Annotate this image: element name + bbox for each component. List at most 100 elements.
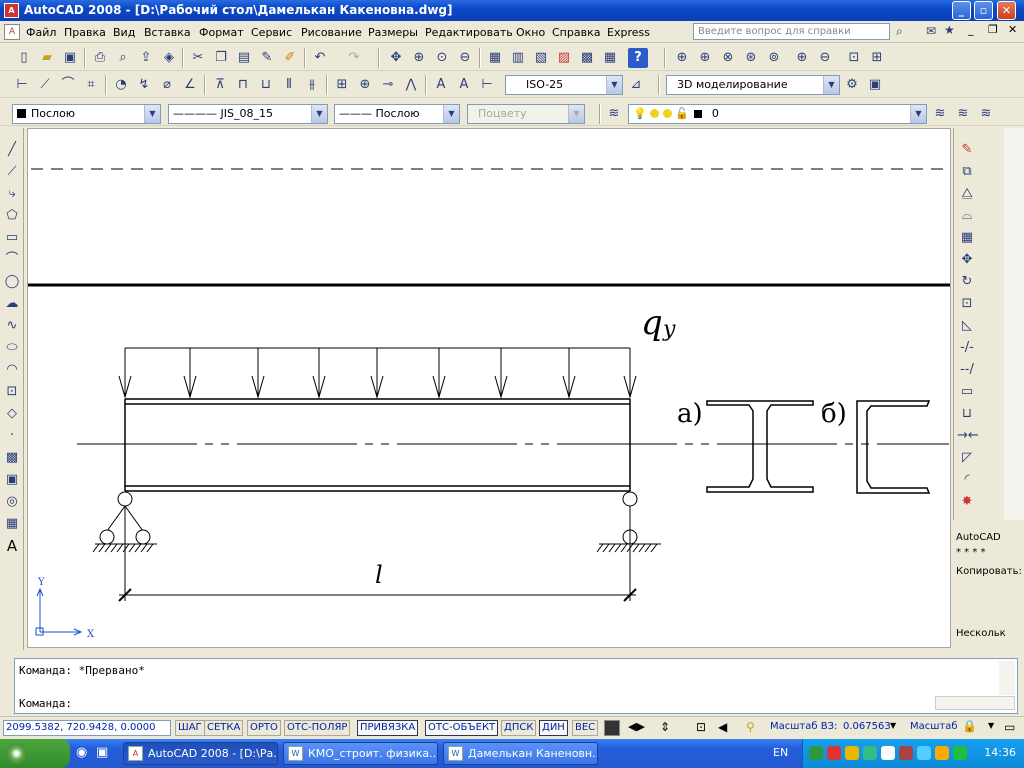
osnap-toggle[interactable]: ПРИВЯЗКА: [357, 720, 419, 736]
favorites-icon[interactable]: ★: [944, 23, 955, 37]
stretch-icon[interactable]: ◺: [957, 316, 977, 336]
minimize-button[interactable]: _: [952, 1, 971, 20]
match-properties-icon[interactable]: ✎: [257, 48, 277, 68]
zoom-extents-icon[interactable]: ⊞: [867, 48, 887, 68]
arc-length-icon[interactable]: ⌒: [58, 75, 78, 95]
revcloud-icon[interactable]: ☁: [2, 294, 22, 314]
dim-style-select[interactable]: ISO-25 ▼: [505, 75, 623, 95]
jogged-dim-icon[interactable]: ↯: [134, 75, 154, 95]
trim-icon[interactable]: -/-: [957, 338, 977, 358]
grid-toggle[interactable]: СЕТКА: [204, 720, 244, 736]
zoom-center-icon[interactable]: ⊛: [741, 48, 761, 68]
doc-restore-button[interactable]: ❐: [988, 23, 998, 36]
menu-insert[interactable]: Вставка: [144, 26, 191, 39]
center-mark-icon[interactable]: ⊕: [355, 75, 375, 95]
construction-line-icon[interactable]: ⟋: [2, 162, 22, 182]
radius-dim-icon[interactable]: ◔: [111, 75, 131, 95]
snap-toggle[interactable]: ШАГ: [175, 720, 205, 736]
new-file-icon[interactable]: ▯: [14, 48, 34, 68]
lineweight-select[interactable]: ——— Послою ▼: [334, 104, 460, 124]
arc-icon[interactable]: ⌒: [2, 250, 22, 270]
otrack-toggle[interactable]: ОТС-ОБЪЕКТ: [425, 720, 499, 736]
continue-dim-icon[interactable]: ⊔: [256, 75, 276, 95]
help-icon[interactable]: ?: [628, 48, 648, 68]
polygon-icon[interactable]: ⬠: [2, 206, 22, 226]
command-prompt[interactable]: Команда:: [19, 697, 72, 710]
linear-dim-icon[interactable]: ⊢: [12, 75, 32, 95]
zoom-scale-icon[interactable]: ⊗: [718, 48, 738, 68]
copy-object-icon[interactable]: ⧉: [957, 162, 977, 182]
quick-view-icon[interactable]: ◀: [718, 720, 727, 734]
save-icon[interactable]: ▣: [60, 48, 80, 68]
layer-properties-icon[interactable]: ≋: [604, 104, 624, 124]
dim-update-icon[interactable]: ⊢: [477, 75, 497, 95]
document-icon[interactable]: A: [4, 24, 20, 40]
ellipse-arc-icon[interactable]: ◠: [2, 360, 22, 380]
tray-volume-icon[interactable]: [881, 746, 895, 760]
quicklaunch-ie-icon[interactable]: ◉: [76, 745, 87, 760]
status-menu-icon[interactable]: ▼: [988, 721, 994, 730]
tolerance-icon[interactable]: ⊞: [332, 75, 352, 95]
array-icon[interactable]: ▦: [957, 228, 977, 248]
layer-select[interactable]: 💡 🔓 0 ▼: [628, 104, 927, 124]
layout-scroll-icon[interactable]: ⇕: [660, 720, 670, 734]
coordinates-display[interactable]: 2099.5382, 720.9428, 0.0000: [3, 720, 171, 736]
explode-icon[interactable]: ✸: [957, 492, 977, 512]
zoom-minus-icon[interactable]: ⊖: [815, 48, 835, 68]
start-button[interactable]: [0, 739, 70, 768]
tray-app-icon[interactable]: [845, 746, 859, 760]
insert-block-icon[interactable]: ⊡: [2, 382, 22, 402]
clean-screen-icon[interactable]: ▭: [1004, 720, 1015, 734]
block-editor-icon[interactable]: ✐: [280, 48, 300, 68]
offset-icon[interactable]: ⌓: [957, 206, 977, 226]
tray-update-icon[interactable]: [863, 746, 877, 760]
language-indicator[interactable]: EN: [773, 746, 788, 759]
task-kmo[interactable]: W КМО_строит. физика...: [283, 742, 438, 765]
color-select[interactable]: Послою ▼: [12, 104, 161, 124]
dyn-toggle[interactable]: ДИН: [539, 720, 568, 736]
design-center-icon[interactable]: ▥: [508, 48, 528, 68]
undo-icon[interactable]: ↶: [310, 48, 330, 68]
pan-realtime-icon[interactable]: ✥: [386, 48, 406, 68]
dim-text-edit-icon[interactable]: A: [454, 75, 474, 95]
zoom-all-icon[interactable]: ⊡: [844, 48, 864, 68]
quick-dim-icon[interactable]: ⊼: [210, 75, 230, 95]
model-icon[interactable]: [604, 720, 620, 736]
vertical-scrollbar[interactable]: [1004, 128, 1024, 520]
menu-modify[interactable]: Редактировать: [425, 26, 513, 39]
toolbar-lock-icon[interactable]: 🔒: [962, 719, 977, 733]
table-icon[interactable]: ▦: [2, 514, 22, 534]
sheet-set-icon[interactable]: ▨: [554, 48, 574, 68]
ortho-toggle[interactable]: ОРТО: [247, 720, 281, 736]
tray-display-icon[interactable]: [917, 746, 931, 760]
polar-toggle[interactable]: ОТС-ПОЛЯР: [284, 720, 351, 736]
layer-previous-icon[interactable]: ≋: [953, 104, 973, 124]
break-at-point-icon[interactable]: ▭: [957, 382, 977, 402]
scale-dropdown-icon[interactable]: ▼: [890, 721, 896, 730]
autocad-app-icon[interactable]: A: [4, 3, 19, 18]
menu-dimension[interactable]: Размеры: [368, 26, 418, 39]
inspection-icon[interactable]: ⊸: [378, 75, 398, 95]
aligned-dim-icon[interactable]: ⟋: [35, 75, 55, 95]
gradient-icon[interactable]: ▣: [2, 470, 22, 490]
menu-help[interactable]: Справка: [552, 26, 600, 39]
scale-icon[interactable]: ⊡: [957, 294, 977, 314]
task-damelkan[interactable]: W Дамелькан Каненовн...: [443, 742, 598, 765]
layer-state-icon[interactable]: ≋: [976, 104, 996, 124]
multiline-text-icon[interactable]: A: [2, 536, 22, 556]
markup-icon[interactable]: ▩: [577, 48, 597, 68]
close-button[interactable]: ✕: [997, 1, 1016, 20]
save-workspace-icon[interactable]: ▣: [865, 75, 885, 95]
calculator-icon[interactable]: ▦: [600, 48, 620, 68]
open-folder-icon[interactable]: ▰: [37, 48, 57, 68]
zoom-realtime-icon[interactable]: ⊕: [409, 48, 429, 68]
menu-draw[interactable]: Рисование: [301, 26, 362, 39]
menu-format[interactable]: Формат: [199, 26, 244, 39]
dim-edit-icon[interactable]: A: [431, 75, 451, 95]
make-layer-current-icon[interactable]: ≋: [930, 104, 950, 124]
zoom-previous-icon[interactable]: ⊖: [455, 48, 475, 68]
point-icon[interactable]: ·: [2, 426, 22, 446]
zoom-plus-icon[interactable]: ⊕: [792, 48, 812, 68]
zoom-window-icon[interactable]: ⊙: [432, 48, 452, 68]
erase-icon[interactable]: ✎: [957, 140, 977, 160]
